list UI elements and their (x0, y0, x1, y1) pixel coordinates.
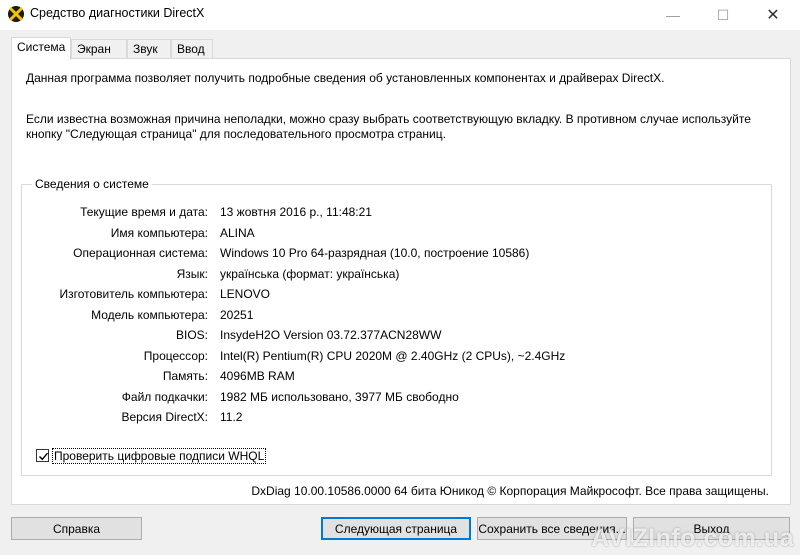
info-row-processor: Процессор: Intel(R) Pentium(R) CPU 2020M… (22, 349, 762, 365)
maximize-icon: ☐ (716, 6, 730, 23)
directx-app-icon (7, 5, 25, 23)
info-value: Intel(R) Pentium(R) CPU 2020M @ 2.40GHz … (220, 348, 566, 363)
checkmark-icon (39, 452, 49, 461)
title-bar: Средство диагностики DirectX — ☐ ✕ (0, 0, 800, 30)
whql-checkbox[interactable] (36, 449, 49, 462)
tab-display[interactable]: Экран (71, 39, 127, 59)
help-button[interactable]: Справка (11, 517, 142, 540)
info-label: BIOS: (175, 328, 208, 342)
info-label: Изготовитель компьютера: (59, 287, 209, 301)
close-button[interactable]: ✕ (750, 0, 796, 30)
info-value: 13 жовтня 2016 р., 11:48:21 (220, 205, 372, 219)
info-value: 20251 (220, 307, 254, 322)
intro-text-2: Если известна возможная причина неполадк… (26, 112, 751, 141)
info-row-computer-name: Имя компьютера: ALINA (22, 226, 762, 242)
info-value: 1982 МБ использовано, 3977 МБ свободно (220, 389, 459, 404)
info-row-bios: BIOS: InsydeH2O Version 03.72.377ACN28WW (22, 328, 762, 344)
minimize-icon: — (666, 7, 680, 23)
window-title: Средство диагностики DirectX (30, 6, 205, 20)
info-label: Версия DirectX: (121, 410, 208, 424)
info-label: Память: (162, 369, 208, 383)
whql-checkbox-label[interactable]: Проверить цифровые подписи WHQL (52, 448, 267, 464)
info-row-directx-version: Версия DirectX: 11.2 (22, 410, 762, 426)
info-value: 4096MB RAM (220, 369, 295, 383)
info-label: Имя компьютера: (110, 225, 208, 240)
info-label: Модель компьютера: (91, 307, 208, 322)
info-row-datetime: Текущие время и дата: 13 жовтня 2016 р.,… (22, 205, 762, 221)
info-value: InsydeH2O Version 03.72.377ACN28WW (220, 328, 442, 342)
info-value: LENOVO (220, 287, 271, 301)
copyright-text: DxDiag 10.00.10586.0000 64 бита Юникод ©… (251, 484, 769, 498)
minimize-button[interactable]: — (650, 0, 696, 30)
info-row-os: Операционная система: Windows 10 Pro 64-… (22, 246, 762, 262)
maximize-button[interactable]: ☐ (700, 0, 746, 30)
system-info-group: Сведения о системе Текущие время и дата:… (21, 177, 772, 476)
info-value: ALINA (220, 225, 255, 240)
intro-text-1: Данная программа позволяет получить подр… (26, 71, 665, 85)
info-value: 11.2 (220, 410, 243, 424)
next-page-button[interactable]: Следующая страница (321, 517, 471, 540)
tab-sound[interactable]: Звук (127, 39, 171, 59)
info-value: Windows 10 Pro 64-разрядная (10.0, постр… (220, 246, 530, 260)
tab-system[interactable]: Система (11, 37, 71, 60)
info-row-page-file: Файл подкачки: 1982 МБ использовано, 397… (22, 390, 762, 406)
info-label: Процессор: (143, 348, 208, 363)
system-tab-panel: Данная программа позволяет получить подр… (11, 58, 791, 505)
info-row-language: Язык: українська (формат: українська) (22, 267, 762, 283)
info-label: Операционная система: (73, 246, 208, 260)
watermark: AVIZInfo.com.ua (591, 524, 794, 552)
group-title: Сведения о системе (32, 177, 152, 191)
info-value: українська (формат: українська) (220, 266, 400, 281)
info-row-manufacturer: Изготовитель компьютера: LENOVO (22, 287, 762, 303)
tab-input[interactable]: Ввод (171, 39, 213, 59)
close-icon: ✕ (766, 7, 780, 24)
info-row-memory: Память: 4096MB RAM (22, 369, 762, 385)
info-row-model: Модель компьютера: 20251 (22, 308, 762, 324)
info-label: Текущие время и дата: (80, 205, 208, 219)
info-label: Язык: (176, 266, 208, 281)
info-label: Файл подкачки: (121, 389, 208, 404)
